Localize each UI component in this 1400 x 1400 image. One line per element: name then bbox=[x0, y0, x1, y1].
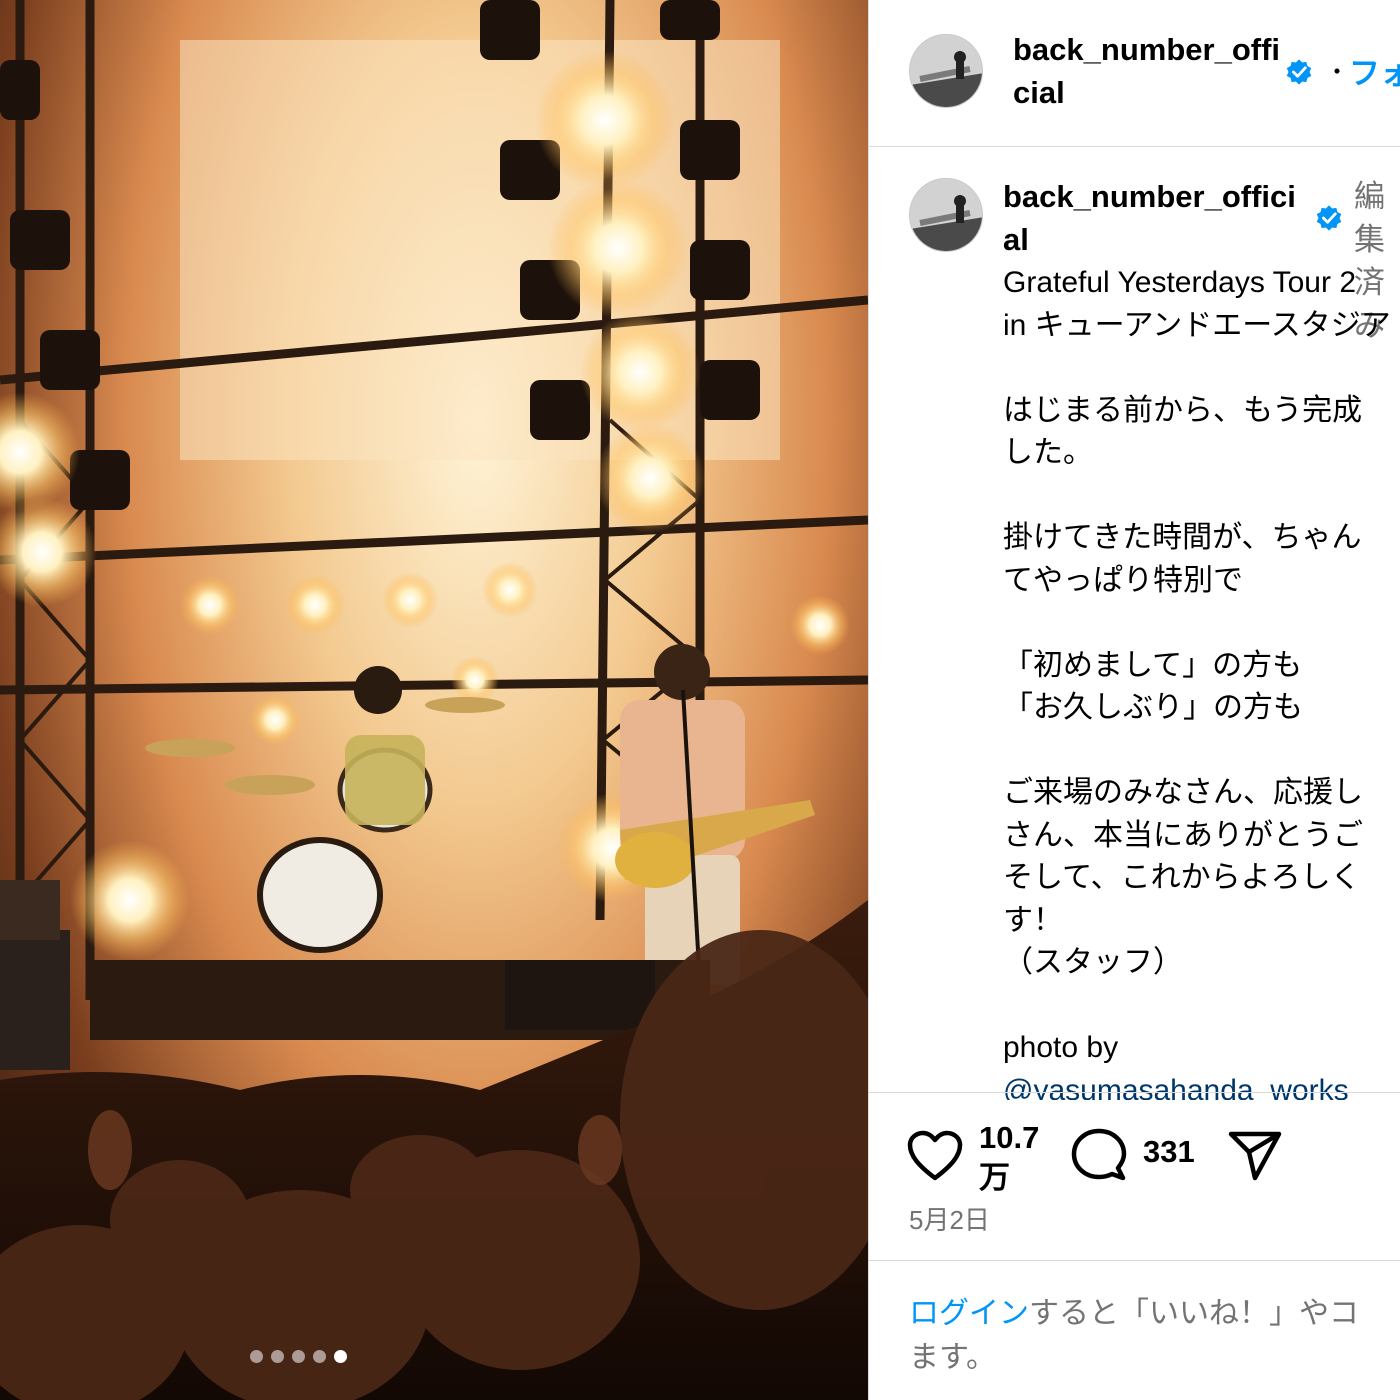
login-link[interactable]: ログイン bbox=[909, 1297, 1029, 1330]
comment-count[interactable]: 331 bbox=[1143, 1134, 1195, 1170]
caption-avatar[interactable] bbox=[909, 178, 983, 252]
verified-badge-icon bbox=[1316, 205, 1342, 231]
actions-divider bbox=[869, 1092, 1400, 1093]
login-divider bbox=[869, 1260, 1400, 1261]
post-sidebar: back_number_official ・ フォ back_number_of… bbox=[868, 0, 1400, 1400]
carousel-dot-active[interactable] bbox=[334, 1350, 347, 1363]
avatar-image bbox=[910, 179, 982, 251]
verified-badge-icon bbox=[1286, 59, 1312, 85]
post-caption: Grateful Yesterdays Tour 2 in キューアンドエースタ… bbox=[1003, 262, 1400, 1112]
carousel-indicator bbox=[250, 1350, 347, 1363]
carousel-dot[interactable] bbox=[250, 1350, 263, 1363]
follow-button[interactable]: フォ bbox=[1349, 48, 1400, 93]
heart-icon[interactable] bbox=[907, 1130, 963, 1182]
header-separator: ・ bbox=[1325, 58, 1349, 86]
carousel-dot[interactable] bbox=[271, 1350, 284, 1363]
avatar[interactable] bbox=[909, 34, 983, 108]
concert-stage-illustration bbox=[0, 0, 868, 1400]
like-count[interactable]: 10.7万 bbox=[979, 1118, 1059, 1198]
action-bar: 10.7万 331 5月2日 ログインすると「いいね！」やコ ます。 bbox=[869, 1092, 1400, 1400]
post-date[interactable]: 5月2日 bbox=[909, 1200, 990, 1237]
header-divider bbox=[869, 146, 1400, 147]
comment-bubble-icon[interactable] bbox=[1071, 1128, 1127, 1184]
login-prompt: ログインすると「いいね！」やコ ます。 bbox=[909, 1292, 1400, 1380]
post-photo[interactable] bbox=[0, 0, 868, 1400]
paper-plane-icon[interactable] bbox=[1227, 1130, 1283, 1182]
login-prompt-text: すると「いいね！」やコ bbox=[1029, 1297, 1359, 1330]
avatar-image bbox=[910, 35, 982, 107]
caption-username[interactable]: back_number_official bbox=[1003, 175, 1303, 261]
login-prompt-text-cont: ます。 bbox=[909, 1341, 996, 1374]
caption-text: Grateful Yesterdays Tour 2 in キューアンドエースタ… bbox=[1003, 266, 1391, 1064]
header-username[interactable]: back_number_official bbox=[1013, 28, 1283, 114]
carousel-dot[interactable] bbox=[292, 1350, 305, 1363]
carousel-dot[interactable] bbox=[313, 1350, 326, 1363]
